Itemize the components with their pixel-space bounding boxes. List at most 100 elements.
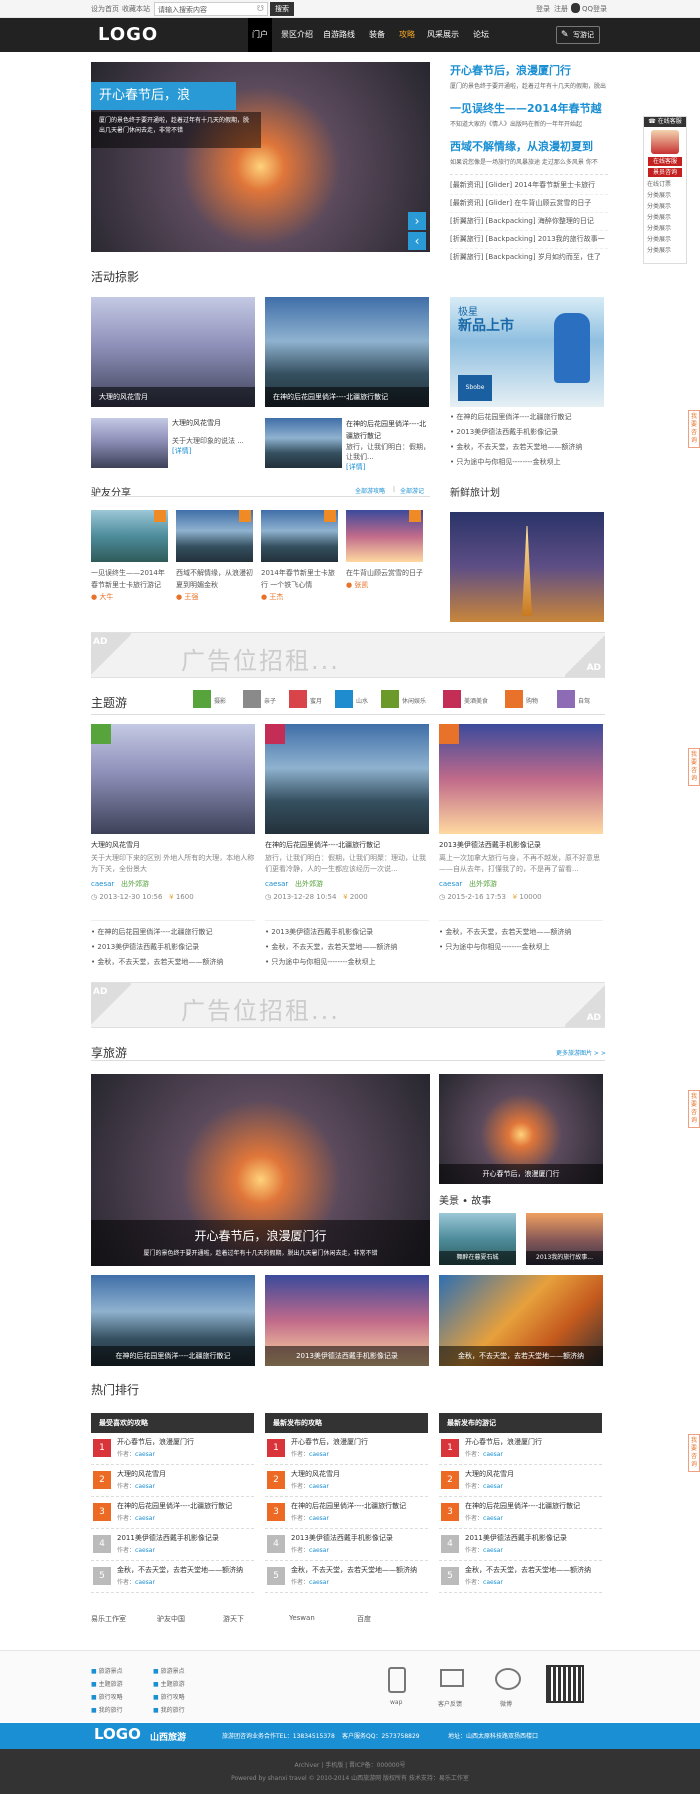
nav-routes[interactable]: 自游路线 <box>322 18 356 52</box>
list-item[interactable]: • 金秋，不去天堂，去若天堂地——额济纳 <box>439 925 603 940</box>
all-journals-link[interactable]: 全部游记 <box>400 486 424 495</box>
enjoy-row-photo-1[interactable]: 在神的后花园里倘洋----北疆旅行散记 <box>91 1275 255 1366</box>
friend-item-3[interactable]: 2014年春节新里士卡旅行 一个铁飞心情 ● 王杰 <box>261 567 341 603</box>
weibo-icon[interactable] <box>495 1668 521 1690</box>
story-photo-1[interactable]: 舞醉在暮夏石城 <box>439 1213 516 1265</box>
list-item[interactable]: • 金秋，不去天堂，去若天堂地——额济纳 <box>91 955 255 970</box>
rank-row[interactable]: 2 大理的风花雪月 作者：caesar <box>265 1465 428 1497</box>
golf-icon[interactable] <box>381 690 399 708</box>
enjoy-row-photo-2[interactable]: 2013美伊德法西戴手机影像记录 <box>265 1275 429 1366</box>
friend-photo-3[interactable] <box>261 510 338 562</box>
staff-consult-button[interactable]: 景员咨询 <box>648 168 682 177</box>
ad-banner[interactable]: AD 广告位招租... AD <box>91 632 605 678</box>
footer-link[interactable]: ■ 旅行攻略 <box>153 1691 185 1704</box>
list-item[interactable]: • 只为途中与你相见--------金秋坝上 <box>439 940 603 955</box>
small-title[interactable]: 大理的风花雪月 <box>172 418 256 428</box>
water-icon[interactable] <box>335 690 353 708</box>
card-title[interactable]: 大理的风花雪月 <box>91 840 255 851</box>
rank-row[interactable]: 1 开心春节后，浪漫厦门行 作者：caesar <box>265 1433 428 1465</box>
ad-new-product[interactable]: 极星 新品上市 Sbobe <box>450 297 604 407</box>
logo[interactable]: LOGO <box>98 24 158 45</box>
nav-scenic[interactable]: 景区介绍 <box>280 18 314 52</box>
friend-link[interactable]: Yeswan <box>289 1614 315 1622</box>
service-item[interactable]: 分类展示 <box>647 245 683 256</box>
card-title[interactable]: 2013美伊德法西戴手机影像记录 <box>439 840 603 851</box>
card-title[interactable]: 在神的后花园里倘洋----北疆旅行散记 <box>265 840 429 851</box>
rank-row[interactable]: 3 在神的后花园里倘洋----北疆旅行散记 作者：caesar <box>265 1497 428 1529</box>
qq-login-link[interactable]: QQ登录 <box>582 4 607 14</box>
service-item[interactable]: 分类展示 <box>647 223 683 234</box>
login-link[interactable]: 登录 <box>536 4 550 14</box>
chevron-left-icon[interactable]: ‹ <box>408 232 426 250</box>
list-item[interactable]: • 金秋，不去天堂，去若天堂地——额济纳 <box>450 440 606 455</box>
online-service-button[interactable]: 在线客服 <box>648 157 682 166</box>
rank-row[interactable]: 1 开心春节后，浪漫厦门行 作者：caesar <box>439 1433 602 1465</box>
detail-link[interactable]: [详情] <box>172 446 256 456</box>
list-item[interactable]: • 2013美伊德法西戴手机影像记录 <box>265 925 429 940</box>
add-favorite-link[interactable]: 收藏本站 <box>122 4 150 14</box>
headline-1[interactable]: 开心春节后，浪漫厦门行 <box>450 62 608 78</box>
nav-gear[interactable]: 装备 <box>366 18 388 52</box>
new-plan-photo[interactable] <box>450 512 604 622</box>
rank-row[interactable]: 1 开心春节后，浪漫厦门行 作者：caesar <box>91 1433 254 1465</box>
friend-item-2[interactable]: 西域不解情缘，从浪漫初夏到明媚金秋 ● 王强 <box>176 567 256 603</box>
search-input[interactable]: 请输入搜索内容 ☋ <box>154 2 268 16</box>
list-item[interactable]: • 金秋，不去天堂，去若天堂地——额济纳 <box>265 940 429 955</box>
small-title[interactable]: 在神的后花园里倘洋----北疆旅行散记 <box>346 418 430 442</box>
list-item[interactable]: • 只为途中与你相见--------金秋坝上 <box>450 455 606 470</box>
friend-photo-1[interactable] <box>91 510 168 562</box>
write-journal-button[interactable]: ✎ 写游记 <box>556 26 600 44</box>
heart-icon[interactable] <box>289 690 307 708</box>
headline-3[interactable]: 西域不解情缘，从浪漫初夏到 <box>450 138 608 154</box>
list-item[interactable]: • 在神的后花园里倘洋----北疆旅行散记 <box>91 925 255 940</box>
nav-forum[interactable]: 论坛 <box>470 18 492 52</box>
service-item[interactable]: 分类展示 <box>647 190 683 201</box>
service-item[interactable]: 分类展示 <box>647 212 683 223</box>
consult-tab[interactable]: 我要咨询 <box>688 748 700 786</box>
news-item[interactable]: [折翼旅行] [Backpacking] 岁月如约而至，住了 <box>450 249 608 266</box>
enjoy-side-photo[interactable]: 开心春节后，浪漫厦门行 <box>439 1074 603 1184</box>
list-item[interactable]: • 2013美伊德法西戴手机影像记录 <box>450 425 606 440</box>
chevron-right-icon[interactable]: › <box>408 212 426 230</box>
camera-icon[interactable] <box>193 690 211 708</box>
rank-row[interactable]: 2 大理的风花雪月 作者：caesar <box>91 1465 254 1497</box>
activity-thumb-2[interactable] <box>265 418 342 468</box>
theme-photo-2[interactable] <box>265 724 429 834</box>
mobile-icon[interactable] <box>388 1667 406 1693</box>
shopping-icon[interactable] <box>505 690 523 708</box>
nav-portal[interactable]: 门户 <box>248 18 272 52</box>
friend-photo-4[interactable] <box>346 510 423 562</box>
mail-icon[interactable] <box>440 1669 464 1687</box>
service-item[interactable]: 分类展示 <box>647 234 683 245</box>
rank-row[interactable]: 4 2013美伊德法西戴手机影像记录 作者：caesar <box>265 1529 428 1561</box>
footer-link[interactable]: ■ 主题旅游 <box>153 1678 185 1691</box>
story-photo-2[interactable]: 2013我的旅行故事... <box>526 1213 603 1265</box>
consult-tab[interactable]: 我要咨询 <box>688 1434 700 1472</box>
footer-link[interactable]: ■ 旅游景点 <box>153 1665 185 1678</box>
rank-row[interactable]: 4 2011美伊德法西戴手机影像记录 作者：caesar <box>439 1529 602 1561</box>
news-item[interactable]: [折翼旅行] [Backpacking] 海醉你整理的日记 <box>450 213 608 231</box>
rank-row[interactable]: 3 在神的后花园里倘洋----北疆旅行散记 作者：caesar <box>439 1497 602 1529</box>
car-icon[interactable] <box>557 690 575 708</box>
friend-link[interactable]: 游天下 <box>223 1614 244 1624</box>
consult-tab[interactable]: 我要咨询 <box>688 1090 700 1128</box>
consult-tab[interactable]: 我要咨询 <box>688 410 700 448</box>
headline-2[interactable]: 一见误终生——2014年春节越 <box>450 100 608 116</box>
service-item[interactable]: 在线订票 <box>647 179 683 190</box>
news-item[interactable]: [最新资讯] [Glider] 在牛背山顾云赏雪的日子 <box>450 195 608 213</box>
hero-slider[interactable]: 开心春节后，浪 厦门的景色终于要开通啦，趁着过年有十几天的假期，脱出几天暑门休闲… <box>91 62 430 252</box>
activity-photo-1[interactable]: 大理的风花雪月 <box>91 297 255 407</box>
nav-gallery[interactable]: 风采展示 <box>426 18 460 52</box>
activity-thumb-1[interactable] <box>91 418 168 468</box>
theme-photo-1[interactable] <box>91 724 255 834</box>
nav-guides[interactable]: 攻略 <box>396 18 418 52</box>
list-item[interactable]: • 2013美伊德法西戴手机影像记录 <box>91 940 255 955</box>
friend-photo-2[interactable] <box>176 510 253 562</box>
friend-item-4[interactable]: 在牛背山顾云赏雪的日子 ● 张凯 <box>346 567 426 591</box>
footer-link[interactable]: ■ 我的旅行 <box>91 1704 123 1717</box>
family-icon[interactable] <box>243 690 261 708</box>
list-item[interactable]: • 只为途中与你相见--------金秋坝上 <box>265 955 429 970</box>
search-button[interactable]: 搜索 <box>270 2 294 16</box>
enjoy-row-photo-3[interactable]: 金秋，不去天堂，去若天堂地——额济纳 <box>439 1275 603 1366</box>
detail-link[interactable]: [详情] <box>346 462 430 472</box>
